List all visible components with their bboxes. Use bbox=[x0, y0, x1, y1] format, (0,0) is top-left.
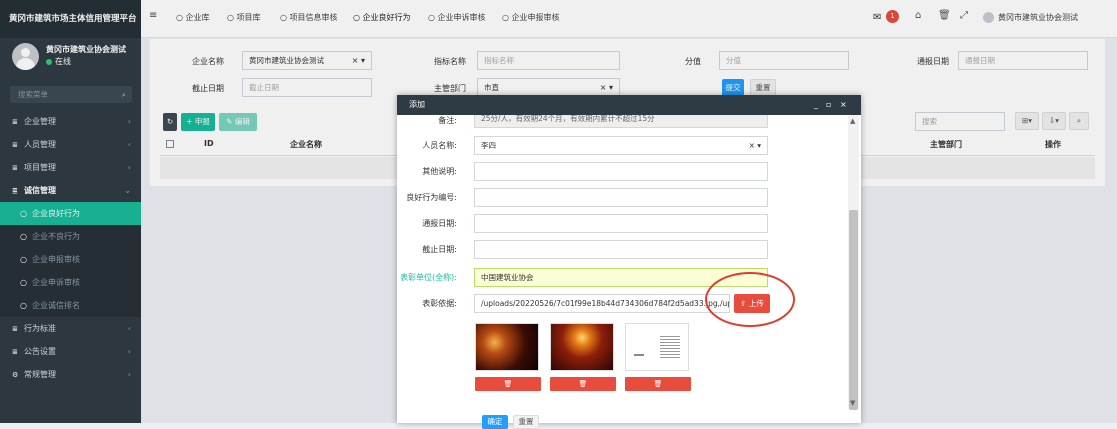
dialog-reset-button[interactable]: 重置 bbox=[513, 415, 539, 429]
dialog-header: 添加 bbox=[397, 95, 861, 115]
behavior-no-label: 良好行为编号: bbox=[406, 193, 457, 202]
uploaded-image-2[interactable] bbox=[550, 323, 614, 371]
notice-date-input[interactable] bbox=[474, 214, 768, 233]
other-input[interactable] bbox=[474, 162, 768, 181]
minimize-icon[interactable]: _ bbox=[814, 95, 818, 115]
person-select[interactable]: 李四 × ▾ bbox=[474, 136, 768, 155]
maximize-icon[interactable]: ▫ bbox=[826, 95, 831, 115]
remark-field: 25分/人，有效期24个月，有效期内累计不超过15分 bbox=[474, 115, 768, 128]
other-label: 其他说明: bbox=[422, 167, 457, 176]
uploaded-image-3[interactable] bbox=[625, 323, 689, 371]
delete-image-3-button[interactable]: 🗑 bbox=[625, 377, 691, 391]
deadline-input[interactable] bbox=[474, 240, 768, 259]
scroll-up-icon[interactable]: ▲ bbox=[850, 117, 855, 125]
scroll-thumb[interactable] bbox=[849, 210, 858, 410]
delete-image-1-button[interactable]: 🗑 bbox=[475, 377, 541, 391]
uploaded-image-1[interactable] bbox=[475, 323, 539, 371]
clear-dropdown-icon[interactable]: × ▾ bbox=[749, 137, 761, 154]
deadline-label: 截止日期: bbox=[422, 245, 457, 254]
award-basis-input[interactable]: /uploads/20220526/7c01f99e18b44d734306d7… bbox=[474, 294, 730, 313]
remark-label: 备注: bbox=[438, 116, 457, 125]
dialog-body: 备注: 25分/人，有效期24个月，有效期内累计不超过15分 人员名称: 李四 ×… bbox=[397, 115, 847, 409]
close-icon[interactable]: × bbox=[840, 95, 847, 115]
delete-image-2-button[interactable]: 🗑 bbox=[550, 377, 616, 391]
add-dialog: 添加 _ ▫ × 备注: 25分/人，有效期24个月，有效期内累计不超过15分 … bbox=[397, 95, 861, 429]
highlight-circle bbox=[705, 272, 795, 327]
notice-date-label: 通报日期: bbox=[422, 219, 457, 228]
award-unit-label: 表彰单位(全称): bbox=[400, 273, 457, 282]
dialog-title: 添加 bbox=[409, 100, 425, 109]
dialog-scrollbar[interactable]: ▲ ▼ bbox=[848, 115, 859, 410]
dialog-submit-button[interactable]: 确定 bbox=[482, 415, 508, 429]
award-basis-label: 表彰依据: bbox=[422, 299, 457, 308]
person-label: 人员名称: bbox=[422, 141, 457, 150]
behavior-no-input[interactable] bbox=[474, 188, 768, 207]
scroll-down-icon[interactable]: ▼ bbox=[850, 399, 855, 407]
